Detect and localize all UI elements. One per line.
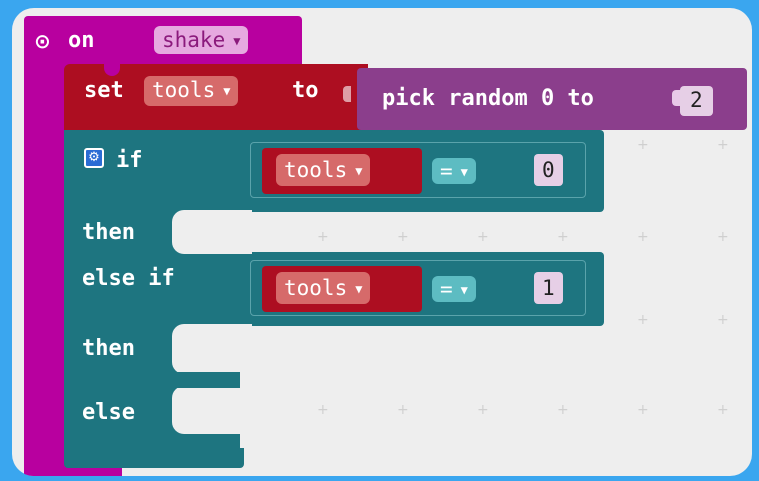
on-label: on (68, 28, 95, 53)
then-slot-1[interactable] (172, 210, 252, 254)
gesture-value: shake (162, 28, 226, 52)
grid-mark: + (397, 229, 409, 245)
grid-mark: + (637, 402, 649, 418)
dropdown-arrow-icon: ▼ (355, 164, 363, 178)
condition-variable-dropdown[interactable]: tools ▼ (276, 154, 371, 186)
grid-mark: + (317, 229, 329, 245)
grid-mark: + (557, 402, 569, 418)
condition-variable-dropdown[interactable]: tools ▼ (276, 272, 371, 304)
operator-dropdown[interactable]: = ▼ (432, 158, 476, 184)
else-if-label: else if (82, 266, 175, 291)
then-label: then (82, 220, 135, 245)
grid-mark: + (637, 229, 649, 245)
dropdown-arrow-icon: ▼ (233, 34, 241, 48)
variable-name: tools (284, 158, 348, 182)
dropdown-arrow-icon: ▼ (223, 84, 231, 98)
if-block-foot (64, 448, 244, 468)
grid-mark: + (717, 402, 729, 418)
compare-value-input[interactable]: 1 (534, 272, 563, 304)
variable-name: tools (152, 78, 216, 102)
grid-mark: + (717, 312, 729, 328)
then-label: then (82, 336, 135, 361)
pick-random-label: pick random 0 to (382, 86, 594, 111)
if-label: if (116, 148, 143, 173)
then-slot-2[interactable] (172, 324, 252, 374)
event-target-icon: ⊙ (34, 29, 51, 53)
grid-mark: + (637, 137, 649, 153)
random-max-input[interactable]: 2 (680, 86, 713, 116)
operator-value: = (440, 277, 453, 301)
dropdown-arrow-icon: ▼ (460, 283, 468, 297)
compare-value-input[interactable]: 0 (534, 154, 563, 186)
grid-mark: + (397, 402, 409, 418)
input-connector (343, 86, 351, 102)
dropdown-arrow-icon: ▼ (460, 165, 468, 179)
blocks-workspace[interactable]: + + + + + + + + + + + + + + + + + + ⊙ on… (12, 8, 752, 476)
input-connector (672, 90, 680, 106)
grid-mark: + (477, 402, 489, 418)
else-label: else (82, 400, 135, 425)
to-label: to (292, 78, 319, 103)
gear-icon[interactable]: ⚙ (84, 148, 104, 168)
set-variable-dropdown[interactable]: tools ▼ (144, 76, 239, 106)
variable-name: tools (284, 276, 348, 300)
operator-dropdown[interactable]: = ▼ (432, 276, 476, 302)
set-label: set (84, 78, 124, 103)
grid-mark: + (477, 229, 489, 245)
dropdown-arrow-icon: ▼ (355, 282, 363, 296)
grid-mark: + (717, 229, 729, 245)
grid-mark: + (557, 229, 569, 245)
operator-value: = (440, 159, 453, 183)
grid-mark: + (637, 312, 649, 328)
grid-mark: + (717, 137, 729, 153)
grid-mark: + (317, 402, 329, 418)
gesture-dropdown[interactable]: shake ▼ (154, 26, 249, 54)
slot-divider (172, 372, 240, 388)
else-slot[interactable] (172, 386, 252, 434)
